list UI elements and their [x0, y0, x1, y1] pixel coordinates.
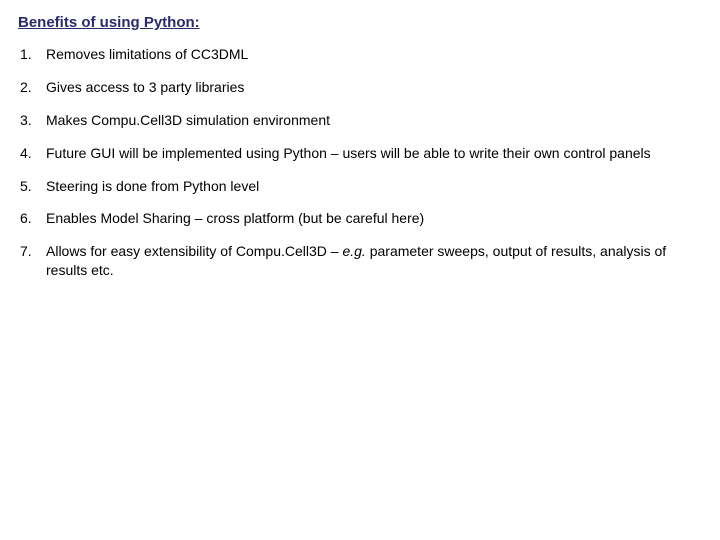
benefits-list: Removes limitations of CC3DML Gives acce…	[18, 45, 702, 280]
list-item: Allows for easy extensibility of Compu.C…	[18, 242, 702, 280]
list-item: Makes Compu.Cell3D simulation environmen…	[18, 111, 702, 130]
list-item: Future GUI will be implemented using Pyt…	[18, 144, 702, 163]
list-item-text-prefix: Allows for easy extensibility of Compu.C…	[46, 243, 342, 259]
list-item: Enables Model Sharing – cross platform (…	[18, 209, 702, 228]
list-item: Steering is done from Python level	[18, 177, 702, 196]
list-item: Removes limitations of CC3DML	[18, 45, 702, 64]
list-item: Gives access to 3 party libraries	[18, 78, 702, 97]
list-item-text-italic: e.g.	[342, 243, 365, 259]
slide-title: Benefits of using Python:	[18, 14, 702, 31]
